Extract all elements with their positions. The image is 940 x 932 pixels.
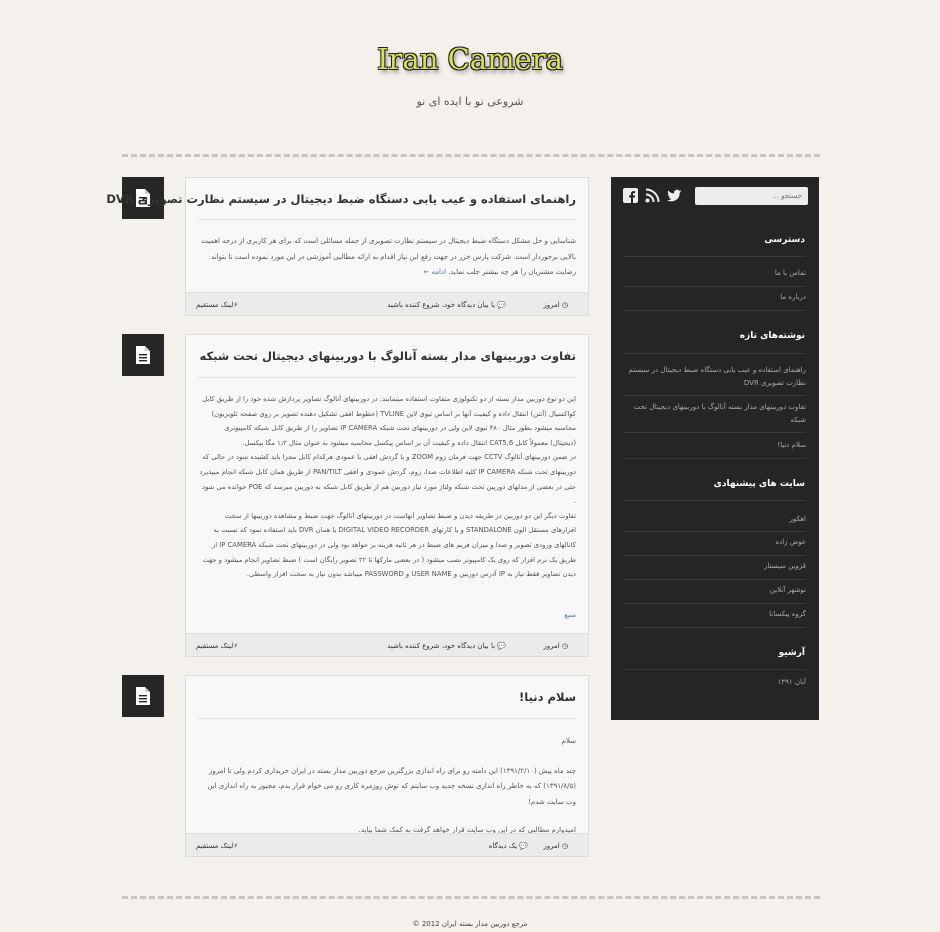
- post-meta: ◷ امروز 💬 یک دیدگاه ⚡لینک مستقیم: [186, 833, 588, 856]
- widget-divider: [624, 353, 806, 354]
- post-paragraph: این دو نوع دوربین مدار بسته از دو تکنولو…: [202, 395, 576, 447]
- suggested-site-link[interactable]: گروه پیکسانا: [624, 608, 806, 621]
- post-title-separator: [198, 718, 576, 719]
- post-title[interactable]: سلام دنیا!: [198, 690, 576, 704]
- permalink[interactable]: ⚡لینک مستقیم: [196, 842, 238, 850]
- widget-divider: [624, 579, 806, 580]
- post-article: سلام دنیا! سلام چند ماه پیش (۱۳۹۱/۲/۱۰) …: [185, 675, 589, 857]
- post-meta: ◷ امروز 💬 با بیان دیدگاه خود، شروع کننده…: [186, 292, 588, 315]
- widget-divider: [624, 531, 806, 532]
- sidebar-link-contact[interactable]: تماس با ما: [624, 267, 806, 280]
- widget-heading-access: دسترسی: [764, 235, 805, 245]
- comments-link[interactable]: 💬 با بیان دیدگاه خود، شروع کننده باشید: [387, 301, 506, 309]
- twitter-icon[interactable]: [667, 188, 682, 203]
- permalink[interactable]: ⚡لینک مستقیم: [196, 301, 238, 309]
- post-meta: ◷ امروز 💬 با بیان دیدگاه خود، شروع کننده…: [186, 633, 588, 656]
- source-block: منبع: [198, 608, 576, 624]
- post-content: سلام چند ماه پیش (۱۳۹۱/۲/۱۰) این دامنه ر…: [198, 734, 576, 839]
- suggested-site-link[interactable]: اهکور: [624, 513, 807, 526]
- post-content: این دو نوع دوربین مدار بسته از دو تکنولو…: [198, 392, 576, 582]
- bottom-divider: [122, 896, 820, 899]
- post-format-icon: [122, 334, 164, 376]
- site-description: شروعی نو با ایده ای نو: [416, 95, 524, 108]
- rss-icon[interactable]: [645, 188, 660, 203]
- post-paragraph: در ضمن دوربینهای آنالوگ CCTV جهت فرمان ز…: [199, 453, 576, 506]
- comments-link[interactable]: 💬 یک دیدگاه: [489, 842, 528, 850]
- post-content: شناسایی و حل مشکل دستگاه ضبط دیجیتال در …: [198, 234, 576, 281]
- widget-divider: [624, 310, 806, 311]
- read-more-link[interactable]: ادامه ←: [423, 268, 446, 276]
- suggested-site-link[interactable]: عوض زاده: [624, 536, 806, 549]
- widget-divider: [624, 500, 806, 501]
- post-title-separator: [198, 377, 576, 378]
- facebook-icon[interactable]: [623, 188, 638, 203]
- widget-divider: [624, 627, 806, 628]
- widget-heading-archive: آرشیو: [778, 648, 805, 658]
- post-excerpt: شناسایی و حل مشکل دستگاه ضبط دیجیتال در …: [201, 237, 576, 277]
- suggested-site-link[interactable]: قزوین سیستار: [624, 560, 806, 573]
- widget-divider: [624, 458, 806, 459]
- permalink[interactable]: ⚡لینک مستقیم: [196, 642, 238, 650]
- sidebar-link-about[interactable]: درباره ما: [624, 291, 806, 304]
- post-paragraph: تفاوت دیگر این دو دوربین در طریقه دیدن و…: [202, 511, 576, 579]
- recent-post-link[interactable]: راهنمای استفاده و عیب یابی دستگاه ضبط دی…: [624, 364, 806, 390]
- post-title-separator: [198, 219, 576, 220]
- recent-post-link[interactable]: سلام دنیا!: [624, 439, 806, 452]
- widget-divider: [624, 669, 806, 670]
- post-article: تفاوت دوربینهای مدار بسته آنالوگ با دورب…: [185, 334, 589, 657]
- post-date[interactable]: ◷ امروز: [543, 642, 568, 650]
- widget-divider: [624, 395, 806, 396]
- post-article: راهنمای استفاده و عیب یابی دستگاه ضبط دی…: [106, 177, 589, 316]
- widget-divider: [624, 256, 806, 257]
- post-date[interactable]: ◷ امروز: [543, 301, 568, 309]
- sidebar: دسترسی تماس با ما درباره ما نوشته‌های تا…: [611, 177, 819, 720]
- top-divider: [122, 154, 820, 157]
- post-format-icon: [122, 675, 164, 717]
- widget-divider: [624, 603, 806, 604]
- post-date[interactable]: ◷ امروز: [543, 842, 568, 850]
- widget-heading-suggested: سایت های پیشنهادی: [713, 479, 805, 489]
- suggested-site-link[interactable]: نوشهر آنلاین: [624, 584, 806, 597]
- widget-divider: [624, 432, 806, 433]
- post-title[interactable]: تفاوت دوربینهای مدار بسته آنالوگ با دورب…: [198, 349, 576, 363]
- site-title[interactable]: Iran Camera: [0, 42, 940, 76]
- site-footer: مرجع دوربین مدار بسته ایران 2012 ©: [412, 920, 528, 928]
- source-link[interactable]: منبع: [564, 611, 576, 619]
- post-title[interactable]: راهنمای استفاده و عیب یابی دستگاه ضبط دی…: [106, 192, 576, 206]
- recent-post-link[interactable]: تفاوت دوربینهای مدار بسته آنالوگ با دورب…: [624, 401, 806, 427]
- widget-divider: [624, 286, 806, 287]
- post-paragraph: سلام: [561, 737, 576, 745]
- social-links: [623, 188, 682, 203]
- widget-divider: [624, 555, 806, 556]
- widget-heading-recent: نوشته‌های تازه: [739, 331, 805, 341]
- search-input[interactable]: [695, 187, 808, 205]
- comments-link[interactable]: 💬 با بیان دیدگاه خود، شروع کننده باشید: [387, 642, 506, 650]
- post-paragraph: چند ماه پیش (۱۳۹۱/۲/۱۰) این دامنه رو برا…: [207, 766, 576, 807]
- archive-link[interactable]: آبان ۱۳۹۱: [624, 676, 806, 689]
